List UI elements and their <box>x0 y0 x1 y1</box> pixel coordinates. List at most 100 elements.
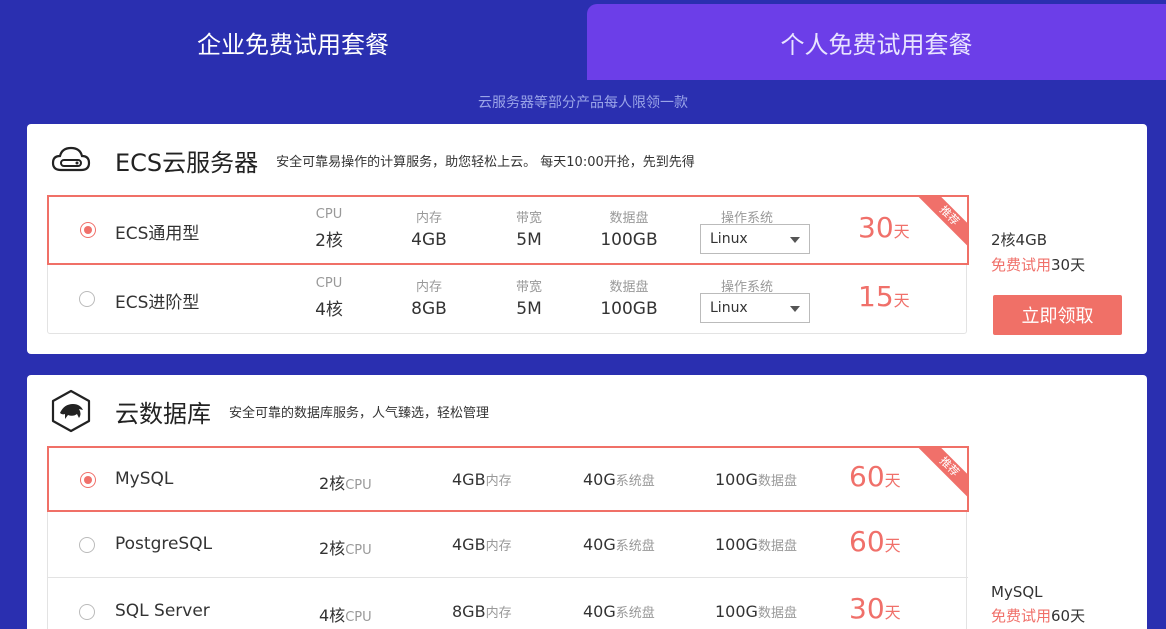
ecs-card: ECS云服务器 安全可靠易操作的计算服务，助您轻松上云。 每天10:00开抢，先… <box>27 124 1147 354</box>
mysql-radio[interactable] <box>80 472 96 488</box>
data-disk-unit: 数据盘 <box>757 606 797 621</box>
claim-now-button[interactable]: 立即领取 <box>993 295 1122 335</box>
os-select-value: Linux <box>710 231 748 247</box>
cpu-spec: 2核CPU <box>319 535 372 559</box>
disk-label: 数据盘 <box>609 211 649 226</box>
db-plan-sqlserver[interactable]: SQL Server 4核CPU 8GB内存 40G系统盘 100G数据盘 30… <box>48 579 968 629</box>
db-plan-postgresql[interactable]: PostgreSQL 2核CPU 4GB内存 40G系统盘 100G数据盘 60… <box>48 512 968 578</box>
system-disk-spec: 40G系统盘 <box>583 535 655 554</box>
ecs-plan-list: ECS通用型 CPU 2核 内存 4GB 带宽 5M 数据盘 100GB 操作系… <box>47 195 969 334</box>
trial-duration: 60天 <box>849 525 901 558</box>
postgresql-radio[interactable] <box>79 537 95 553</box>
ecs-general-radio[interactable] <box>80 222 96 238</box>
recommended-label: 推荐 <box>917 448 967 498</box>
trial-duration: 15天 <box>858 280 910 313</box>
ecs-plan-general[interactable]: ECS通用型 CPU 2核 内存 4GB 带宽 5M 数据盘 100GB 操作系… <box>47 195 969 265</box>
cpu-label: CPU <box>315 276 343 291</box>
system-disk-value: 40G <box>583 470 616 489</box>
sqlserver-radio[interactable] <box>79 604 95 620</box>
trial-days-unit: 天 <box>884 603 901 622</box>
os-select-value: Linux <box>710 300 748 316</box>
ecs-card-header: ECS云服务器 安全可靠易操作的计算服务，助您轻松上云。 每天10:00开抢，先… <box>49 138 695 182</box>
database-selection-summary: MySQL 免费试用60天 <box>991 580 1085 628</box>
memory-label: 内存 <box>415 211 442 226</box>
selected-database: MySQL <box>991 583 1043 601</box>
trial-days-unit: 天 <box>893 291 910 310</box>
os-select[interactable]: Linux <box>700 224 810 254</box>
trial-days: 60 <box>849 460 885 493</box>
disk-value: 100GB <box>600 230 658 250</box>
memory-value: 4GB <box>452 535 486 554</box>
plan-name: MySQL <box>115 469 174 489</box>
trial-duration: 60天 <box>849 460 901 493</box>
system-disk-unit: 系统盘 <box>615 606 655 621</box>
system-disk-value: 40G <box>583 602 616 621</box>
trial-days-unit: 天 <box>893 222 910 241</box>
recommended-ribbon: 推荐 <box>917 448 967 498</box>
selected-trial: 免费试用30天 <box>991 253 1085 278</box>
cpu-spec: CPU 4核 <box>299 276 359 320</box>
bandwidth-spec: 带宽 5M <box>499 207 559 250</box>
trial-days-unit: 天 <box>884 536 901 555</box>
disk-spec: 数据盘 100GB <box>589 276 669 319</box>
memory-spec: 4GB内存 <box>452 535 512 554</box>
free-trial-days: 30天 <box>1051 256 1086 274</box>
data-disk-value: 100G <box>715 470 758 489</box>
data-disk-unit: 数据盘 <box>757 539 797 554</box>
cpu-spec: CPU 2核 <box>299 207 359 251</box>
trial-days: 30 <box>849 592 885 625</box>
plan-name: PostgreSQL <box>115 534 213 554</box>
bandwidth-label: 带宽 <box>515 211 542 226</box>
database-plan-list: MySQL 2核CPU 4GB内存 40G系统盘 100G数据盘 60天 推荐 … <box>47 446 969 629</box>
recommended-label: 推荐 <box>917 197 967 247</box>
memory-unit: 内存 <box>485 474 512 489</box>
memory-value: 8GB <box>411 299 447 319</box>
memory-label: 内存 <box>415 280 442 295</box>
memory-spec: 内存 4GB <box>399 207 459 250</box>
trial-days: 15 <box>858 280 894 313</box>
system-disk-unit: 系统盘 <box>615 474 655 489</box>
data-disk-unit: 数据盘 <box>757 474 797 489</box>
plan-tabs: 企业免费试用套餐 个人免费试用套餐 <box>0 0 1166 80</box>
ecs-selection-summary: 2核4GB 免费试用30天 <box>991 228 1085 278</box>
cpu-spec: 4核CPU <box>319 602 372 626</box>
trial-duration: 30天 <box>849 592 901 625</box>
cpu-value: 2核 <box>315 231 343 251</box>
ecs-advanced-radio[interactable] <box>79 291 95 307</box>
memory-unit: 内存 <box>485 539 512 554</box>
db-plan-mysql[interactable]: MySQL 2核CPU 4GB内存 40G系统盘 100G数据盘 60天 推荐 <box>47 446 969 512</box>
database-card: 云数据库 安全可靠的数据库服务，人气臻选，轻松管理 MySQL 2核CPU 4G… <box>27 375 1147 629</box>
memory-spec: 8GB内存 <box>452 602 512 621</box>
selected-trial: 免费试用60天 <box>991 604 1085 628</box>
cpu-spec: 2核CPU <box>319 470 372 494</box>
cpu-unit: CPU <box>345 478 372 493</box>
data-disk-spec: 100G数据盘 <box>715 470 797 489</box>
limit-notice: 云服务器等部分产品每人限领一款 <box>478 95 688 111</box>
database-card-header: 云数据库 安全可靠的数据库服务，人气臻选，轻松管理 <box>49 389 489 433</box>
data-disk-value: 100G <box>715 602 758 621</box>
plan-name: SQL Server <box>115 601 210 621</box>
ecs-description: 安全可靠易操作的计算服务，助您轻松上云。 每天10:00开抢，先到先得 <box>276 154 695 170</box>
tab-personal-trial[interactable]: 个人免费试用套餐 <box>587 4 1166 80</box>
os-select[interactable]: Linux <box>700 293 810 323</box>
system-disk-spec: 40G系统盘 <box>583 470 655 489</box>
bandwidth-label: 带宽 <box>515 280 542 295</box>
cpu-value: 4核 <box>319 606 346 625</box>
bandwidth-spec: 带宽 5M <box>499 276 559 319</box>
memory-value: 4GB <box>411 230 447 250</box>
system-disk-value: 40G <box>583 535 616 554</box>
disk-label: 数据盘 <box>609 280 649 295</box>
data-disk-spec: 100G数据盘 <box>715 535 797 554</box>
cpu-unit: CPU <box>345 543 372 558</box>
plan-name: ECS进阶型 <box>115 293 200 313</box>
bandwidth-value: 5M <box>516 299 542 319</box>
memory-value: 8GB <box>452 602 486 621</box>
trial-days: 60 <box>849 525 885 558</box>
cloud-server-icon <box>51 146 91 172</box>
cpu-unit: CPU <box>345 610 372 625</box>
free-trial-label: 免费试用 <box>991 607 1052 625</box>
ecs-plan-advanced[interactable]: ECS进阶型 CPU 4核 内存 8GB 带宽 5M 数据盘 100GB 操作系… <box>48 266 968 334</box>
free-trial-label: 免费试用 <box>991 256 1052 274</box>
tab-enterprise-trial[interactable]: 企业免费试用套餐 <box>0 4 586 80</box>
memory-spec: 4GB内存 <box>452 470 512 489</box>
